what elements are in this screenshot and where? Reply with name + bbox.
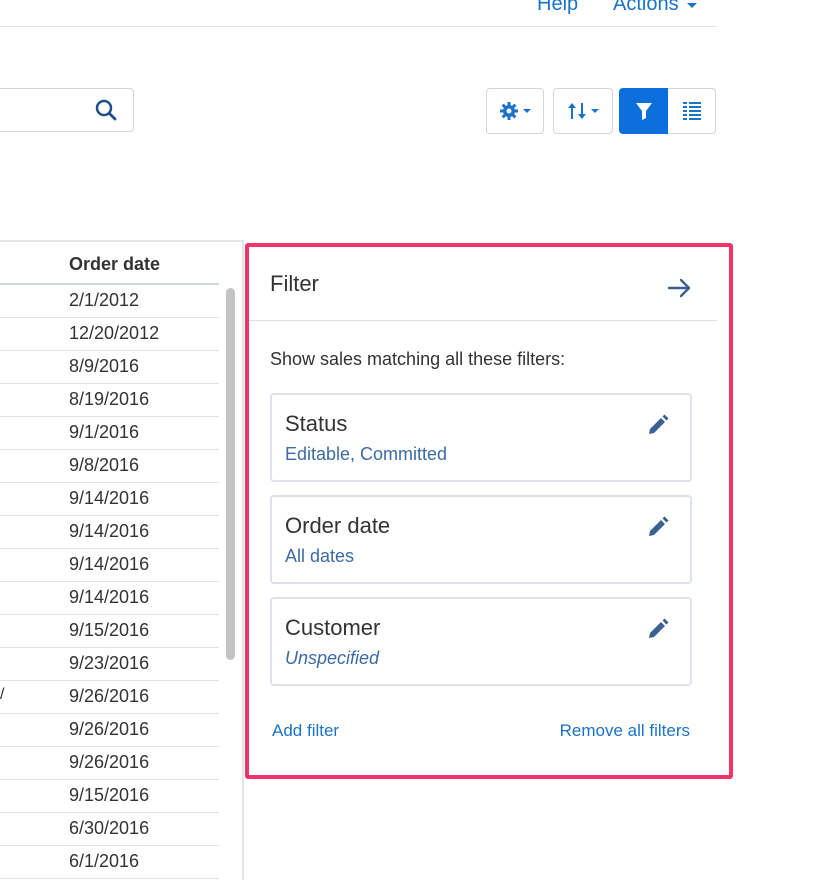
- order-date-cell: 9/14/2016: [69, 488, 150, 508]
- filter-card-status[interactable]: Status Editable, Committed: [270, 393, 692, 482]
- view-toggle-group: [619, 88, 716, 134]
- filter-funnel-icon: [635, 103, 652, 120]
- filter-panel-title: Filter: [270, 271, 319, 296]
- order-date-cell: 9/26/2016: [69, 686, 150, 706]
- order-date-cell: 9/15/2016: [69, 620, 150, 640]
- filter-value: Editable, Committed: [285, 444, 448, 464]
- table-row[interactable]: 9/26/2016: [0, 714, 219, 747]
- order-date-cell: 8/19/2016: [69, 389, 150, 409]
- filter-panel: Filter Show sales matching all these fil…: [245, 243, 733, 779]
- column-header-order-date[interactable]: Order date: [69, 254, 160, 275]
- columns-toggle-button[interactable]: [668, 88, 716, 134]
- caret-down-icon: [591, 109, 599, 113]
- header-divider: [0, 26, 716, 27]
- table-columns-icon: [682, 102, 701, 120]
- search-icon[interactable]: [95, 99, 117, 121]
- filter-panel-divider: [249, 320, 717, 321]
- order-date-cell: 2/1/2012: [69, 290, 140, 310]
- order-date-cell: 9/26/2016: [69, 752, 150, 772]
- table-row[interactable]: 6/30/2016: [0, 813, 219, 846]
- caret-down-icon: [687, 2, 698, 8]
- order-date-cell: 9/26/2016: [69, 719, 150, 739]
- table-row[interactable]: 2/1/2012: [0, 285, 219, 318]
- actions-menu[interactable]: Actions: [613, 0, 698, 16]
- filter-value: All dates: [285, 546, 355, 566]
- filter-name: Customer: [285, 615, 381, 640]
- table-row[interactable]: 9/15/2016: [0, 780, 219, 813]
- filter-value: Unspecified: [285, 648, 380, 668]
- settings-button[interactable]: [486, 88, 544, 134]
- table-row[interactable]: 8/19/2016: [0, 384, 219, 417]
- gear-icon: [499, 102, 518, 120]
- sort-arrows-icon: [568, 103, 586, 119]
- table-row[interactable]: 9/14/2016: [0, 549, 219, 582]
- pencil-icon[interactable]: [646, 515, 670, 539]
- order-date-cell: 8/9/2016: [69, 356, 140, 376]
- filter-toggle-button[interactable]: [619, 88, 668, 134]
- caret-down-icon: [522, 109, 531, 113]
- table-row[interactable]: 9/14/2016: [0, 516, 219, 549]
- filter-card-order-date[interactable]: Order date All dates: [270, 495, 692, 584]
- help-link[interactable]: Help: [537, 0, 578, 16]
- table-row[interactable]: 9/8/2016: [0, 450, 219, 483]
- table-row[interactable]: 9/1/2016: [0, 417, 219, 450]
- order-date-cell: 9/1/2016: [69, 422, 140, 442]
- actions-label: Actions: [613, 0, 679, 15]
- order-date-cell: 6/30/2016: [69, 818, 150, 838]
- table-row[interactable]: 9/14/2016: [0, 483, 219, 516]
- search-input[interactable]: [0, 88, 134, 132]
- filter-name: Order date: [285, 513, 391, 538]
- pencil-icon[interactable]: [646, 413, 670, 437]
- table-row[interactable]: 12/20/2012: [0, 318, 219, 351]
- remove-all-filters-link[interactable]: Remove all filters: [560, 721, 690, 741]
- filter-card-customer[interactable]: Customer Unspecified: [270, 597, 692, 686]
- table-row[interactable]: / 9/26/2016: [0, 681, 219, 714]
- order-date-cell: 12/20/2012: [69, 323, 160, 343]
- filter-panel-subtitle: Show sales matching all these filters:: [270, 349, 566, 369]
- order-date-cell: 6/1/2016: [69, 851, 140, 871]
- table-row[interactable]: 8/9/2016: [0, 351, 219, 384]
- filter-name: Status: [285, 411, 348, 436]
- order-date-cell: 9/8/2016: [69, 455, 140, 475]
- order-date-cell: 9/15/2016: [69, 785, 150, 805]
- table-row[interactable]: 9/14/2016: [0, 582, 219, 615]
- panel-divider: [242, 240, 244, 880]
- add-filter-link[interactable]: Add filter: [272, 721, 339, 741]
- order-date-cell: 9/23/2016: [69, 653, 150, 673]
- table-row[interactable]: 9/15/2016: [0, 615, 219, 648]
- order-date-cell: 9/14/2016: [69, 587, 150, 607]
- table-row[interactable]: 6/1/2016: [0, 846, 219, 879]
- table-row[interactable]: 9/26/2016: [0, 747, 219, 780]
- table-row[interactable]: 9/23/2016: [0, 648, 219, 681]
- truncated-cell: /: [0, 686, 5, 703]
- pencil-icon[interactable]: [646, 617, 670, 641]
- order-date-cell: 9/14/2016: [69, 521, 150, 541]
- table-scrollbar[interactable]: [226, 288, 235, 660]
- sort-button[interactable]: [553, 88, 613, 134]
- arrow-right-icon[interactable]: [667, 277, 693, 299]
- table-top-border: [0, 240, 244, 242]
- order-date-cell: 9/14/2016: [69, 554, 150, 574]
